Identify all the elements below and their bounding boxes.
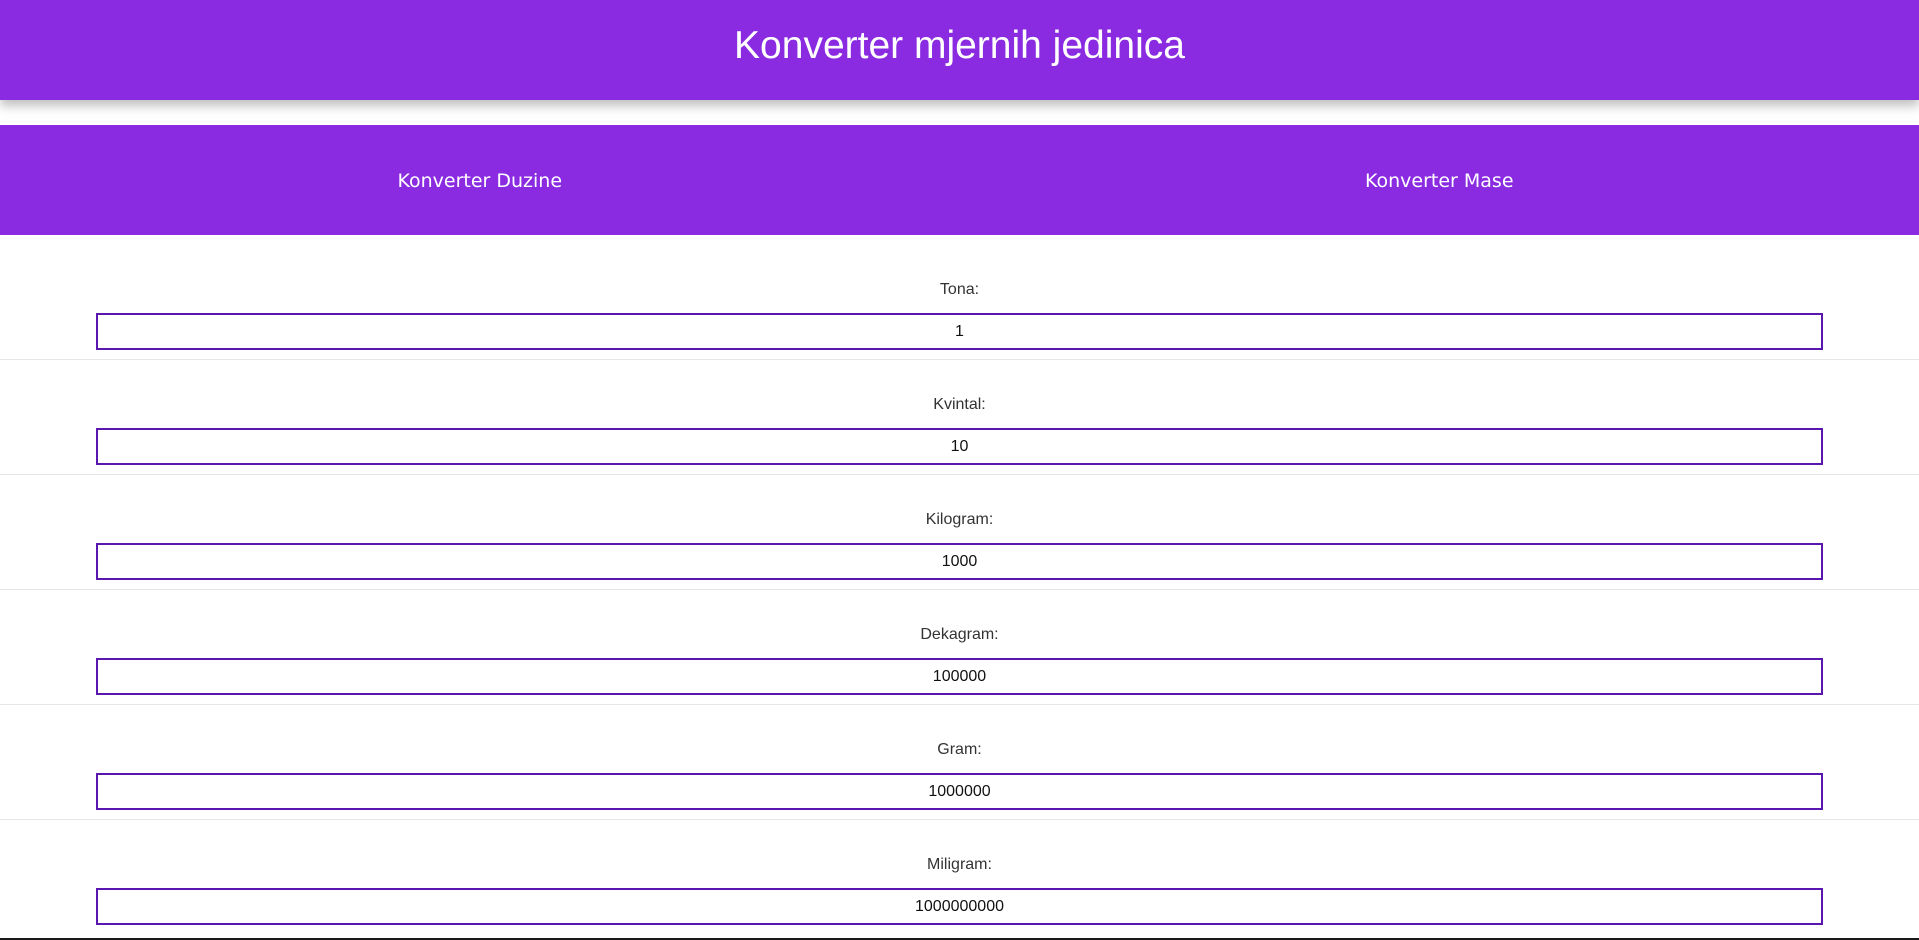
- field-row-kilogram: Kilogram:: [0, 475, 1919, 590]
- kilogram-label: Kilogram:: [925, 511, 994, 528]
- dekagram-input[interactable]: [96, 658, 1823, 695]
- gram-input[interactable]: [96, 773, 1823, 810]
- field-row-gram: Gram:: [0, 705, 1919, 820]
- kvintal-input[interactable]: [96, 428, 1823, 465]
- field-row-tona: Tona:: [0, 245, 1919, 360]
- dekagram-label: Dekagram:: [920, 626, 999, 643]
- converter-nav: Konverter Duzine Konverter Mase: [0, 125, 1919, 235]
- field-row-kvintal: Kvintal:: [0, 360, 1919, 475]
- miligram-label: Miligram:: [927, 856, 992, 873]
- tona-label: Tona:: [939, 281, 980, 298]
- gram-label: Gram:: [937, 741, 982, 758]
- kvintal-label: Kvintal:: [933, 396, 986, 413]
- app-header: Konverter mjernih jedinica: [0, 0, 1919, 100]
- field-row-miligram: Miligram:: [0, 820, 1919, 934]
- nav-item-mass-converter[interactable]: Konverter Mase: [960, 125, 1919, 235]
- mass-converter-form: Tona: Kvintal: Kilogram: Dekagram: Gram:…: [0, 245, 1919, 934]
- page-title: Konverter mjernih jedinica: [734, 24, 1185, 67]
- kilogram-input[interactable]: [96, 543, 1823, 580]
- nav-item-length-converter[interactable]: Konverter Duzine: [0, 125, 960, 235]
- miligram-input[interactable]: [96, 888, 1823, 925]
- field-row-dekagram: Dekagram:: [0, 590, 1919, 705]
- tona-input[interactable]: [96, 313, 1823, 350]
